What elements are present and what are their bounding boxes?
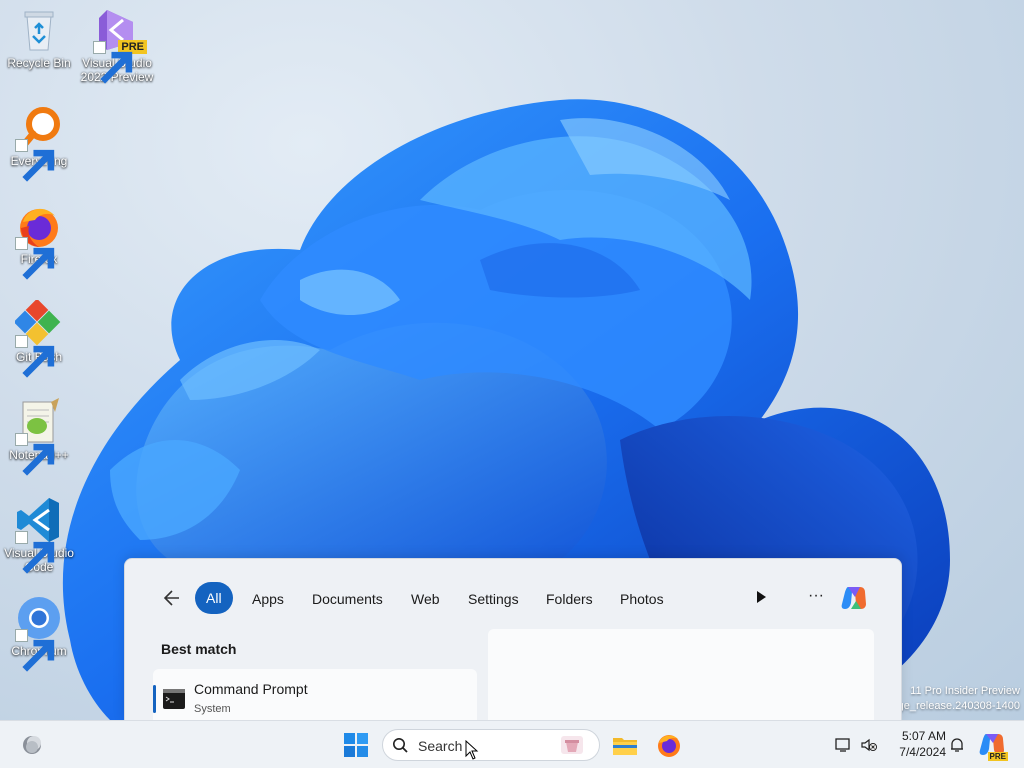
shortcut-arrow-icon	[93, 41, 133, 84]
everything-search-icon	[15, 104, 63, 182]
visual-studio-preview-icon: PRE	[93, 6, 147, 84]
search-highlight-icon	[559, 734, 585, 756]
shortcut-arrow-icon	[15, 629, 55, 672]
desktop-icon-firefox[interactable]: Firefox	[1, 202, 77, 280]
selection-accent	[153, 685, 156, 713]
copilot-icon[interactable]	[839, 583, 869, 613]
clock-time: 5:07 AM	[901, 729, 946, 743]
firefox-taskbar-icon[interactable]	[655, 731, 683, 759]
file-explorer-icon[interactable]	[611, 731, 639, 759]
filter-photos[interactable]: Photos	[608, 582, 676, 614]
desktop-icon-chromium[interactable]: Chromium	[1, 594, 77, 672]
widgets-weather-icon[interactable]	[19, 731, 47, 759]
play-more-filters-icon[interactable]	[753, 589, 769, 605]
firefox-icon	[15, 202, 63, 280]
volume-muted-icon[interactable]	[860, 736, 878, 754]
notepad-plus-plus-icon	[15, 398, 63, 476]
desktop-icon-recycle-bin[interactable]: Recycle Bin	[1, 6, 77, 70]
desktop-icon-vscode[interactable]: Visual Studio Code	[1, 496, 77, 574]
network-display-icon[interactable]	[834, 736, 852, 754]
search-placeholder: Search	[418, 738, 463, 754]
taskbar: Search 5:07 AM 7/4/2024 PRE	[0, 720, 1024, 768]
copilot-preview-icon[interactable]: PRE	[978, 731, 1008, 761]
desktop-icon-label: Recycle Bin	[7, 56, 71, 70]
shortcut-arrow-icon	[15, 433, 55, 476]
system-clock[interactable]: 5:07 AM 7/4/2024	[886, 728, 946, 760]
back-arrow-icon[interactable]	[161, 587, 183, 609]
copilot-preview-badge: PRE	[987, 752, 1008, 761]
taskbar-search-box[interactable]: Search	[382, 729, 600, 761]
start-button-windows-icon[interactable]	[342, 731, 370, 759]
desktop-icon-visual-studio-preview[interactable]: PRE Visual Studio 2022 Preview	[79, 6, 155, 84]
desktop-icon-notepad-plus-plus[interactable]: Notepad++	[1, 398, 77, 476]
notification-bell-icon[interactable]	[948, 736, 966, 754]
shortcut-arrow-icon	[15, 531, 55, 574]
desktop-icon-git-bash[interactable]: Git Bash	[1, 300, 77, 378]
shortcut-arrow-icon	[15, 139, 55, 182]
shortcut-arrow-icon	[15, 237, 55, 280]
desktop: Recycle Bin PRE Visual Studio 2022 Previ…	[0, 0, 1024, 720]
result-preview-pane	[488, 629, 874, 720]
filter-documents[interactable]: Documents	[300, 582, 395, 614]
search-icon	[392, 737, 408, 753]
more-options-button[interactable]: ···	[805, 584, 827, 610]
mouse-cursor-icon	[465, 739, 479, 760]
filter-web[interactable]: Web	[399, 582, 452, 614]
best-match-heading: Best match	[161, 641, 237, 657]
filter-folders[interactable]: Folders	[534, 582, 605, 614]
filter-row: All Apps Documents Web Settings Folders …	[125, 579, 901, 617]
vscode-icon	[15, 496, 63, 574]
filter-all[interactable]: All	[195, 582, 233, 614]
search-panel: All Apps Documents Web Settings Folders …	[124, 558, 902, 720]
shortcut-arrow-icon	[15, 335, 55, 378]
result-title: Command Prompt	[194, 681, 308, 697]
command-prompt-icon	[163, 689, 185, 709]
result-subtitle: System	[194, 703, 231, 715]
chromium-icon	[15, 594, 63, 672]
filter-apps[interactable]: Apps	[240, 582, 296, 614]
clock-date: 7/4/2024	[899, 745, 946, 759]
search-result-item[interactable]: Command Prompt System	[153, 669, 477, 720]
filter-settings[interactable]: Settings	[456, 582, 531, 614]
desktop-icon-everything[interactable]: Everything	[1, 104, 77, 182]
recycle-bin-icon	[15, 6, 63, 54]
git-bash-icon	[15, 300, 63, 378]
